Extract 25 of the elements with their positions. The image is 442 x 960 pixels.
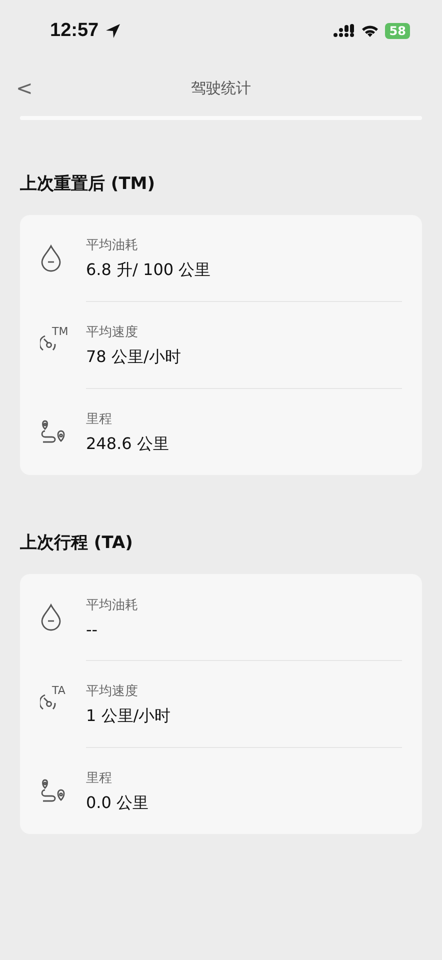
drop-icon (40, 603, 62, 631)
stat-label: 平均油耗 (86, 236, 139, 254)
stat-value: 78 公里/小时 (86, 346, 181, 368)
stat-value: 248.6 公里 (86, 434, 169, 454)
section-title: 上次行程 (TA) (20, 532, 134, 554)
stat-label: 里程 (86, 770, 113, 786)
stat-label: 里程 (86, 410, 113, 428)
stat-label: 平均速度 (86, 324, 139, 340)
stat-value: -- (86, 620, 99, 638)
clock-time: 12:57 (50, 20, 99, 42)
stat-value: 1 公里/小时 (86, 706, 171, 726)
battery-level: 58 (385, 23, 410, 39)
page-title: 驾驶统计 (190, 78, 252, 98)
section-title: 上次重置后 (TM) (20, 173, 156, 195)
stat-value: 6.8 升/ 100 公里 (86, 260, 211, 280)
gauge-label: TA (52, 684, 66, 697)
signal-icon (333, 24, 356, 38)
drop-icon (40, 244, 62, 272)
location-arrow-icon (104, 23, 121, 39)
stat-label: 平均速度 (86, 682, 139, 700)
stat-label: 平均油耗 (86, 596, 138, 614)
wifi-icon (361, 24, 380, 38)
gauge-label: TM (52, 325, 68, 338)
back-button[interactable]: < (16, 76, 52, 100)
stat-value: 0.0 公里 (86, 792, 149, 814)
